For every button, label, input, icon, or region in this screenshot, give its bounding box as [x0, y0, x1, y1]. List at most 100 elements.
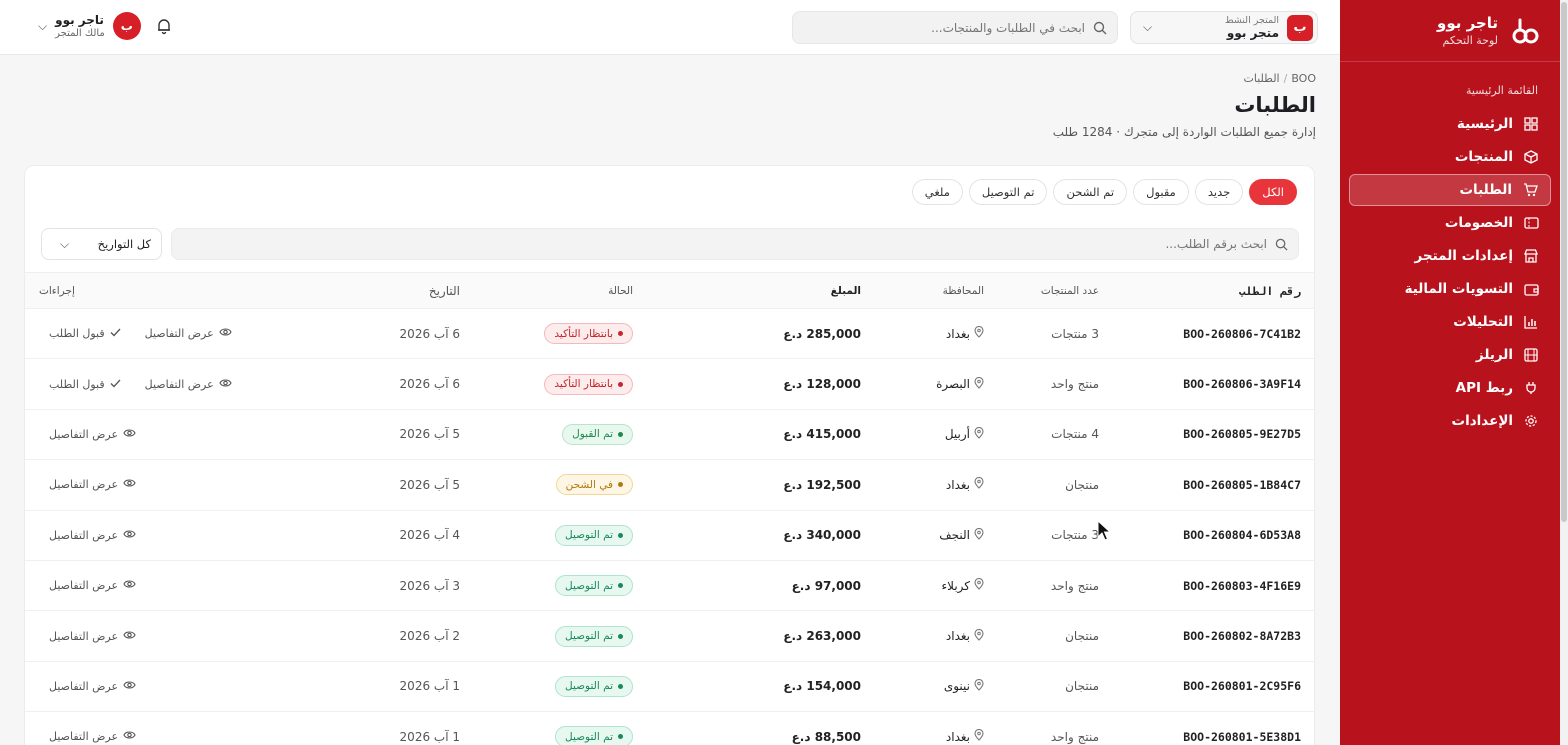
status-badge: تم التوصيل — [555, 524, 633, 546]
accept-order-button[interactable]: قبول الطلب — [49, 378, 121, 391]
view-details-button[interactable]: عرض التفاصيل — [49, 630, 136, 643]
date-filter-select[interactable]: كل التواريخ ⌵ — [41, 228, 162, 260]
view-details-label: عرض التفاصيل — [49, 528, 119, 542]
tab-0[interactable]: الكل — [1249, 179, 1297, 205]
film-icon — [1523, 347, 1539, 363]
header-items[interactable]: عدد المنتجات — [984, 273, 1099, 309]
status-label: بانتظار التأكيد — [554, 378, 613, 391]
order-actions: عرض التفاصيل قبول الطلب — [25, 309, 287, 359]
order-date: 6 آب 2026 — [399, 377, 460, 392]
sidebar-item-2[interactable]: الطلبات — [1349, 174, 1551, 206]
order-date: 6 آب 2026 — [399, 326, 460, 341]
sidebar-item-6[interactable]: التحليلات — [1349, 306, 1551, 338]
table-row[interactable]: BOO-260802-8A72B3 منتجان بغداد 263,000 د.ع ت… — [25, 611, 1314, 662]
location-pin-icon — [974, 376, 984, 392]
order-id[interactable]: BOO-260806-7C41B2 — [1099, 309, 1314, 359]
eye-icon — [123, 529, 136, 542]
order-status: تم التوصيل — [460, 712, 633, 745]
page-description: إدارة جميع الطلبات الواردة إلى متجرك · 1… — [1052, 125, 1316, 139]
check-icon — [110, 327, 121, 340]
order-items: منتجان — [1065, 477, 1099, 492]
sidebar-item-7[interactable]: الريلز — [1349, 339, 1551, 371]
chart-icon — [1523, 314, 1539, 330]
view-details-button[interactable]: عرض التفاصيل — [49, 428, 136, 441]
tab-2[interactable]: مقبول — [1133, 179, 1189, 205]
order-governorate: بغداد — [861, 460, 984, 510]
sidebar-item-3[interactable]: الخصومات — [1349, 207, 1551, 239]
table-row[interactable]: BOO-260804-6D53A8 3 منتجات النجف 340,000 د.… — [25, 510, 1314, 561]
sidebar-item-8[interactable]: ربط API — [1349, 372, 1551, 404]
order-amount: 192,500 د.ع — [783, 477, 861, 492]
store-icon — [1523, 248, 1539, 264]
tab-3[interactable]: تم الشحن — [1053, 179, 1128, 205]
status-label: تم التوصيل — [565, 680, 613, 693]
view-details-button[interactable]: عرض التفاصيل — [145, 378, 232, 391]
sidebar-item-5[interactable]: التسويات المالية — [1349, 273, 1551, 305]
tab-4[interactable]: تم التوصيل — [968, 179, 1048, 205]
page-scrollbar[interactable] — [1560, 0, 1568, 745]
order-date: 1 آب 2026 — [399, 679, 460, 694]
view-details-button[interactable]: عرض التفاصيل — [49, 680, 136, 693]
table-row[interactable]: BOO-260803-4F16E9 منتج واحد كربلاء 97,000 د… — [25, 560, 1314, 611]
order-id[interactable]: BOO-260805-9E27D5 — [1099, 409, 1314, 459]
store-selector[interactable]: ب المتجر النشط متجر بوو ⌵ — [1130, 11, 1318, 44]
global-search[interactable] — [792, 11, 1118, 44]
location-pin-icon — [974, 729, 984, 744]
table-row[interactable]: BOO-260805-1B84C7 منتجان بغداد 192,500 د.ع ف… — [25, 460, 1314, 511]
order-search-input[interactable] — [182, 237, 1267, 251]
status-badge: بانتظار التأكيد — [544, 323, 633, 345]
tab-5[interactable]: ملغي — [911, 179, 963, 205]
governorate-label: أربيل — [944, 427, 970, 442]
view-details-label: عرض التفاصيل — [144, 377, 214, 391]
sidebar-nav: الرئيسية المنتجات الطلبات الخصومات إعدادات ا… — [1340, 108, 1560, 437]
sidebar-item-1[interactable]: المنتجات — [1349, 141, 1551, 173]
tab-1[interactable]: جديد — [1194, 179, 1244, 205]
table-row[interactable]: BOO-260801-2C95F6 منتجان نينوى 154,000 د.ع ت… — [25, 661, 1314, 712]
order-date: 1 آب 2026 — [399, 729, 460, 744]
table-row[interactable]: BOO-260801-5E38D1 منتج واحد بغداد 88,500 د.… — [25, 712, 1314, 745]
header-amount[interactable]: المبلغ — [633, 273, 861, 309]
accept-order-button[interactable]: قبول الطلب — [49, 327, 121, 340]
view-details-button[interactable]: عرض التفاصيل — [145, 327, 232, 340]
user-name: تاجر بوو — [55, 13, 104, 27]
status-label: تم التوصيل — [565, 579, 613, 592]
plug-icon — [1523, 380, 1539, 396]
bell-icon[interactable] — [155, 17, 173, 35]
order-id[interactable]: BOO-260806-3A9F14 — [1099, 359, 1314, 409]
sidebar-item-0[interactable]: الرئيسية — [1349, 108, 1551, 140]
table-row[interactable]: BOO-260806-7C41B2 3 منتجات بغداد 285,000 د.… — [25, 309, 1314, 359]
view-details-button[interactable]: عرض التفاصيل — [49, 730, 136, 743]
eye-icon — [123, 579, 136, 592]
header-date[interactable]: التاريخ — [287, 273, 460, 309]
scrollbar-thumb[interactable] — [1561, 2, 1567, 522]
order-status: تم التوصيل — [460, 661, 633, 711]
breadcrumb-root[interactable]: BOO — [1291, 72, 1316, 85]
view-details-button[interactable]: عرض التفاصيل — [49, 579, 136, 592]
table-row[interactable]: BOO-260806-3A9F14 منتج واحد البصرة 128,000 … — [25, 359, 1314, 410]
status-badge: تم التوصيل — [555, 675, 633, 697]
global-search-input[interactable] — [803, 20, 1085, 35]
order-governorate: البصرة — [861, 359, 984, 409]
status-label: تم التوصيل — [565, 529, 613, 542]
order-id[interactable]: BOO-260801-5E38D1 — [1099, 712, 1314, 745]
view-details-button[interactable]: عرض التفاصيل — [49, 478, 136, 491]
order-id[interactable]: BOO-260803-4F16E9 — [1099, 560, 1314, 610]
order-id[interactable]: BOO-260802-8A72B3 — [1099, 611, 1314, 661]
order-date: 5 آب 2026 — [399, 477, 460, 492]
table-row[interactable]: BOO-260805-9E27D5 4 منتجات أربيل 415,000 د.… — [25, 409, 1314, 460]
order-id[interactable]: BOO-260801-2C95F6 — [1099, 661, 1314, 711]
sidebar-item-9[interactable]: الإعدادات — [1349, 405, 1551, 437]
sidebar-item-4[interactable]: إعدادات المتجر — [1349, 240, 1551, 272]
header-governorate[interactable]: المحافظة — [861, 273, 984, 309]
view-details-button[interactable]: عرض التفاصيل — [49, 529, 136, 542]
order-search[interactable] — [171, 228, 1299, 260]
header-status[interactable]: الحالة — [460, 273, 633, 309]
status-badge: تم التوصيل — [555, 625, 633, 647]
user-menu[interactable]: ⌵ تاجر بوو مالك المتجر ب — [30, 12, 141, 40]
header-order-id[interactable]: رقم الطلب — [1099, 273, 1314, 309]
brand[interactable]: تاجر بوو لوحة التحكم — [1340, 0, 1560, 62]
order-governorate: بغداد — [861, 309, 984, 359]
order-id[interactable]: BOO-260805-1B84C7 — [1099, 460, 1314, 510]
order-id[interactable]: BOO-260804-6D53A8 — [1099, 510, 1314, 560]
sidebar-item-label: الريلز — [1475, 347, 1513, 363]
